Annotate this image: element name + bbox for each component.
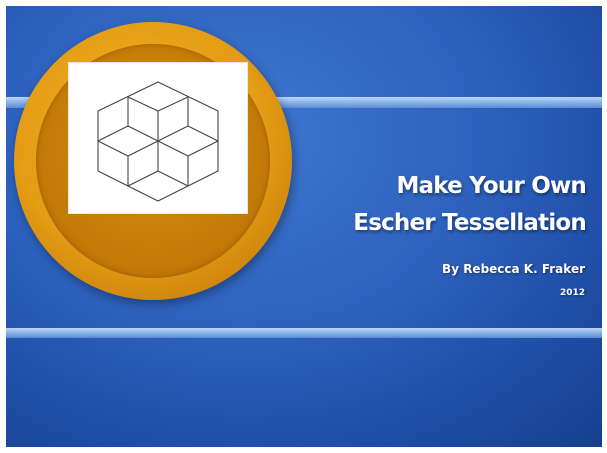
title-line-2: Escher Tessellation <box>353 210 587 236</box>
year-label: 2012 <box>559 288 585 298</box>
title-slide: Make Your Own Escher Tessellation By Reb… <box>6 6 602 447</box>
slide-title: Make Your Own Escher Tessellation <box>266 168 587 242</box>
tessellation-picture[interactable] <box>68 62 248 214</box>
bottom-accent-stripe <box>6 328 602 338</box>
tessellation-cube-star-icon <box>97 81 219 202</box>
title-line-1: Make Your Own <box>396 173 586 199</box>
author-subtitle: By Rebecca K. Fraker <box>442 262 585 276</box>
